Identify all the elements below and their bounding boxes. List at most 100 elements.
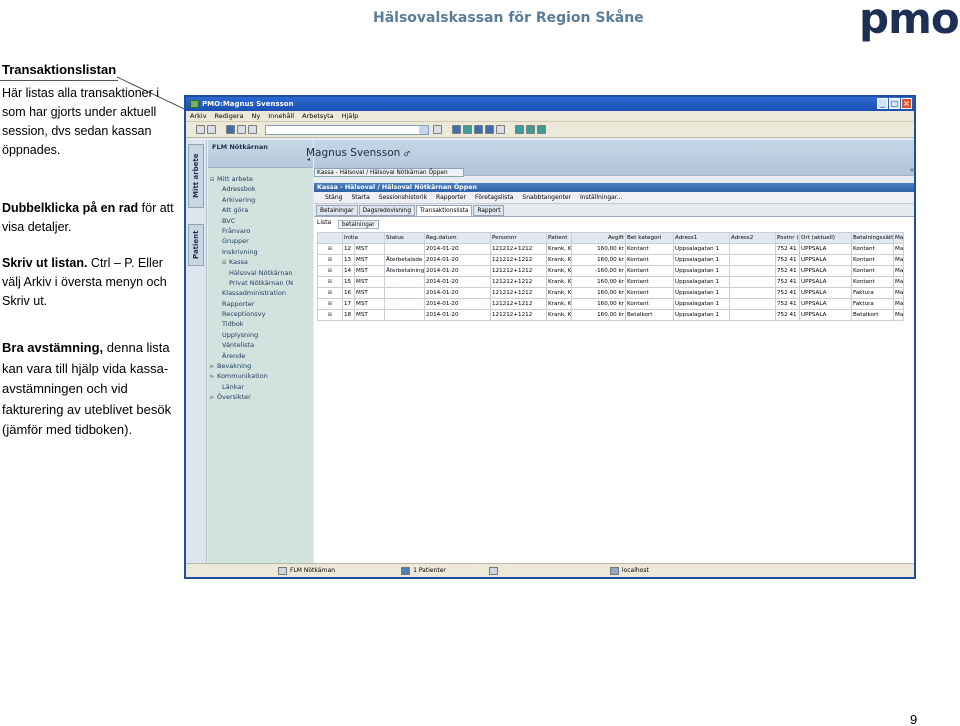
column-header[interactable] (317, 232, 343, 244)
tree-item[interactable]: ⊟ Kassa (208, 257, 313, 267)
table-row[interactable]: ⊞12MST 2014-01-20121212+1212Krank, Kalle1… (317, 243, 904, 255)
tree-item[interactable]: Upplysning (208, 330, 313, 340)
submenu-foretagslista[interactable]: Företagslista (475, 192, 513, 203)
window-titlebar[interactable]: PMO:Magnus Svensson _ □ × (186, 97, 914, 111)
collapse-icon[interactable]: « (910, 166, 914, 174)
column-header[interactable]: Avgift (571, 232, 626, 244)
patient-search-combo[interactable] (265, 124, 429, 135)
tab-transaktionslista[interactable]: Transaktionslista (416, 205, 473, 216)
column-header[interactable]: Status (384, 232, 425, 244)
search-icon[interactable] (463, 125, 472, 134)
vtab-mitt-arbete[interactable]: Mitt arbete (188, 144, 204, 208)
tree-item[interactable]: Grupper (208, 236, 313, 246)
submenu-installningar[interactable]: Inställningar... (580, 192, 622, 203)
submenu-stang[interactable]: Stäng (325, 192, 342, 203)
grid-icon[interactable] (474, 125, 483, 134)
column-header[interactable]: Bet kategori (625, 232, 674, 244)
tree-item[interactable]: Inskrivning (208, 247, 313, 257)
submenu-snabbtangenter[interactable]: Snabbtangenter (522, 192, 571, 203)
tree-item[interactable]: Arkivering (208, 195, 313, 205)
tree-item[interactable]: Väntelista (208, 340, 313, 350)
expander-icon[interactable]: ⊳ (210, 393, 217, 403)
close-icon[interactable]: × (901, 98, 912, 109)
tree-item[interactable]: Att göra (208, 205, 313, 215)
tree-item[interactable]: Privat Nötkärnan (N (208, 278, 313, 288)
menu-arbetsyta[interactable]: Arbetsyta (302, 111, 334, 121)
column-header[interactable]: Patient (546, 232, 572, 244)
row-expander-icon[interactable]: ⊞ (317, 309, 343, 321)
app-icon (190, 100, 199, 108)
table-row[interactable]: ⊞16MST 2014-01-20121212+1212Krank, Kalle1… (317, 287, 904, 299)
tree-item[interactable]: Hälsoval Nötkärnan (208, 268, 313, 278)
table-row[interactable]: ⊞18MST 2014-01-20121212+1212Krank, Kalle1… (317, 309, 904, 321)
row-expander-icon[interactable]: ⊞ (317, 298, 343, 310)
help-icon[interactable] (537, 125, 546, 134)
row-expander-icon[interactable]: ⊞ (317, 254, 343, 266)
subtab-betalningar[interactable]: betalningar (338, 220, 379, 229)
forward-icon[interactable] (248, 125, 257, 134)
kassa-tab-strip[interactable]: Kassa - Hälsoval / Hälsoval Nötkärnan Öp… (314, 168, 464, 177)
dropdown-icon[interactable] (433, 125, 442, 134)
tree-item[interactable]: Tidbok (208, 319, 313, 329)
expander-icon[interactable]: ⊟ (210, 175, 217, 185)
expander-icon[interactable]: ⊟ (222, 258, 229, 268)
refresh-icon[interactable] (452, 125, 461, 134)
column-header[interactable]: Ma (893, 232, 904, 244)
tab-betalningar[interactable]: Betalningar (316, 205, 358, 216)
column-header[interactable]: Reg.datum (424, 232, 491, 244)
table-cell: Uppsalagatan 1 (673, 265, 730, 277)
table-row[interactable]: ⊞ 13 MST Återbetalade 2014-01-20 121212+1212 K… (317, 254, 904, 266)
menu-redigera[interactable]: Redigera (215, 111, 244, 121)
tree-item[interactable]: Klassadministration (208, 288, 313, 298)
table-cell: MST (354, 298, 385, 310)
calendar-icon[interactable] (515, 125, 524, 134)
home-icon[interactable] (226, 125, 235, 134)
menu-innehall[interactable]: Innehåll (268, 111, 294, 121)
tree-item[interactable]: ⊟ Mitt arbete (208, 174, 313, 184)
vtab-patient[interactable]: Patient (188, 224, 204, 266)
menu-arkiv[interactable]: Arkiv (190, 111, 207, 121)
open-icon[interactable] (196, 125, 205, 134)
row-expander-icon[interactable]: ⊞ (317, 265, 343, 277)
row-expander-icon[interactable]: ⊞ (317, 276, 343, 288)
column-header[interactable]: Adress1 (673, 232, 730, 244)
back-icon[interactable] (237, 125, 246, 134)
row-expander-icon[interactable]: ⊞ (317, 243, 343, 255)
maximize-icon[interactable]: □ (889, 98, 900, 109)
navigation-tree: ⊟ Mitt arbete Adressbok Arkivering Att göra B… (208, 168, 313, 403)
columns-icon[interactable] (485, 125, 494, 134)
submenu-starta[interactable]: Starta (351, 192, 369, 203)
column-header[interactable]: Ort (aktuell) (799, 232, 852, 244)
submenu-sessionshistorik[interactable]: Sessionshistorik (379, 192, 427, 203)
tree-item[interactable]: Rapporter (208, 299, 313, 309)
tab-rapport[interactable]: Rapport (473, 205, 505, 216)
mail-icon[interactable] (207, 125, 216, 134)
column-header[interactable]: Adress2 (729, 232, 776, 244)
table-row[interactable]: ⊞17MST 2014-01-20121212+1212Krank, Kalle1… (317, 298, 904, 310)
tree-item[interactable]: BVC (208, 216, 313, 226)
table-cell: Mag (893, 265, 904, 277)
table-row[interactable]: ⊞ 14 MST Återbetalning 2014-01-20 121212+1212… (317, 265, 904, 277)
settings-icon[interactable] (526, 125, 535, 134)
column-header[interactable]: Personnr (490, 232, 547, 244)
submenu-rapporter[interactable]: Rapporter (436, 192, 466, 203)
column-header[interactable]: Initia (342, 232, 385, 244)
column-header[interactable]: Betalningssätt (851, 232, 894, 244)
menu-hjalp[interactable]: Hjälp (342, 111, 359, 121)
column-header[interactable]: Postnr (aktuell) (775, 232, 800, 244)
layout-icon[interactable] (496, 125, 505, 134)
tab-dagsredovisning[interactable]: Dagsredovisning (358, 205, 416, 216)
tree-item[interactable]: ⊳ Översikter (208, 392, 313, 402)
tree-item[interactable]: Receptionsvy (208, 309, 313, 319)
row-expander-icon[interactable]: ⊞ (317, 287, 343, 299)
menu-ny[interactable]: Ny (251, 111, 260, 121)
tree-item[interactable]: Ärende (208, 351, 313, 361)
tree-item[interactable]: Adressbok (208, 184, 313, 194)
tree-item[interactable]: Länkar (208, 382, 313, 392)
expander-icon[interactable]: ⊳ (210, 372, 217, 382)
tree-item[interactable]: ⊳ Bevakning (208, 361, 313, 371)
table-row[interactable]: ⊞15MST 2014-01-20121212+1212Krank, Kalle1… (317, 276, 904, 288)
tree-item[interactable]: Frånvaro (208, 226, 313, 236)
tree-item[interactable]: ⊳ Kommunikation (208, 371, 313, 381)
minimize-icon[interactable]: _ (877, 98, 888, 109)
